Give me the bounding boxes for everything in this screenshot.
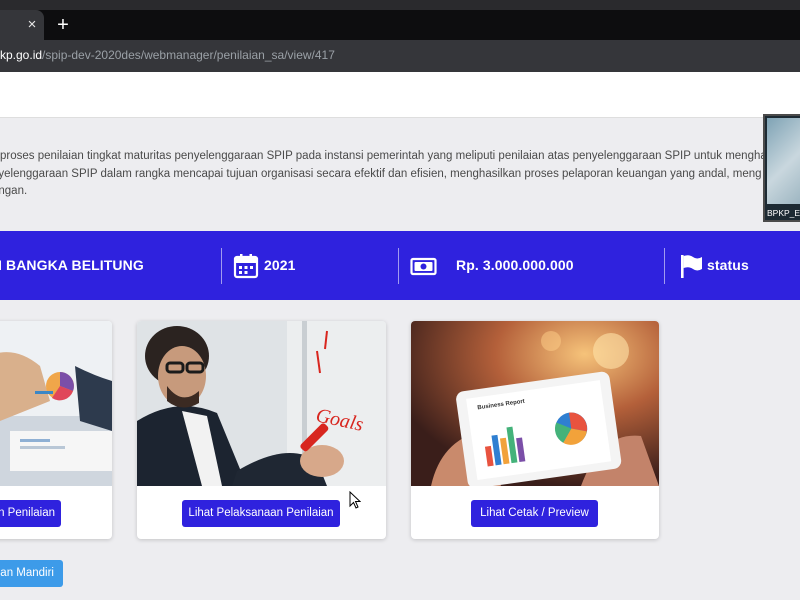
- view-implementation-button[interactable]: Lihat Pelaksanaan Penilaian: [182, 500, 340, 527]
- man-writing-goals-photo: Goals: [137, 321, 386, 486]
- pip-label: BPKP_E: [767, 208, 800, 218]
- tab-close-icon[interactable]: ×: [24, 17, 40, 33]
- intro-paragraph: proses penilaian tingkat maturitas penye…: [0, 148, 800, 201]
- picture-in-picture-window[interactable]: BPKP_E: [763, 114, 800, 222]
- banner-divider: [398, 248, 399, 284]
- assessment-card: n Penilaian: [0, 321, 112, 539]
- url-host: kp.go.id: [0, 48, 43, 62]
- flag-icon: [681, 255, 702, 278]
- url-text[interactable]: kp.go.id/spip-dev-2020des/webmanager/pen…: [0, 48, 335, 62]
- intro-line: proses penilaian tingkat maturitas penye…: [0, 150, 767, 162]
- page-header: [0, 72, 800, 118]
- business-meeting-charts-photo: [0, 321, 112, 486]
- assessment-info-banner: I BANGKA BELITUNG 2021 Rp. 3.000.000.000…: [0, 231, 800, 300]
- url-path: /spip-dev-2020des/webmanager/penilaian_s…: [42, 48, 335, 62]
- tab-strip-top: [0, 0, 800, 10]
- browser-tab-bar: × +: [0, 0, 800, 40]
- intro-line: nyelenggaraan SPIP dalam rangka mencapai…: [0, 167, 762, 180]
- budget-value: Rp. 3.000.000.000: [456, 257, 574, 273]
- status-label: status: [707, 257, 749, 273]
- region-name: I BANGKA BELITUNG: [0, 257, 144, 273]
- calendar-icon: [233, 254, 259, 279]
- pip-video-preview: [767, 118, 800, 204]
- print-preview-card: Business Report Lihat Cetak / Preview: [411, 321, 659, 539]
- banner-divider: [221, 248, 222, 284]
- self-assessment-button[interactable]: an Mandiri: [0, 560, 63, 587]
- intro-line: angan.: [0, 185, 28, 197]
- year-value: 2021: [264, 257, 296, 273]
- money-icon: [410, 257, 437, 276]
- mouse-cursor-icon: [349, 491, 361, 509]
- banner-divider: [664, 248, 665, 284]
- assessment-button[interactable]: n Penilaian: [0, 500, 61, 527]
- print-preview-button[interactable]: Lihat Cetak / Preview: [471, 500, 598, 527]
- address-bar[interactable]: kp.go.id/spip-dev-2020des/webmanager/pen…: [0, 40, 800, 72]
- tablet-business-report-photo: Business Report: [411, 321, 659, 486]
- new-tab-button[interactable]: +: [54, 15, 72, 35]
